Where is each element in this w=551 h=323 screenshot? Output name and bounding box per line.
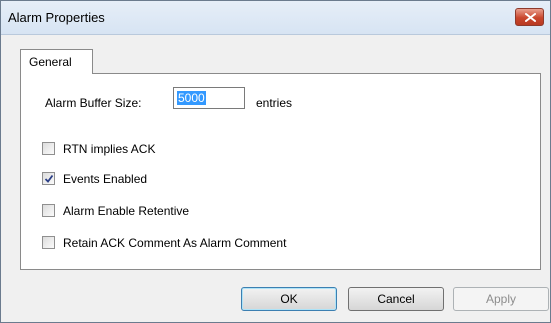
title-bar[interactable]: Alarm Properties <box>1 1 550 35</box>
tab-general[interactable]: General <box>20 49 93 74</box>
retain-ack-comment-label: Retain ACK Comment As Alarm Comment <box>63 236 287 250</box>
close-icon <box>525 13 536 22</box>
ok-button[interactable]: OK <box>241 287 337 311</box>
alarm-buffer-size-label: Alarm Buffer Size: <box>45 96 142 110</box>
alarm-buffer-size-value: 5000 <box>177 91 206 105</box>
general-panel: Alarm Buffer Size: 5000 entries RTN impl… <box>20 73 541 270</box>
alarm-enable-retentive-label: Alarm Enable Retentive <box>63 204 190 218</box>
apply-button[interactable]: Apply <box>453 287 549 311</box>
rtn-implies-ack-checkbox[interactable] <box>42 142 55 155</box>
close-button[interactable] <box>515 8 544 26</box>
retain-ack-comment-checkbox[interactable] <box>42 236 55 249</box>
alarm-enable-retentive-checkbox[interactable] <box>42 204 55 217</box>
events-enabled-label: Events Enabled <box>63 172 148 186</box>
alarm-properties-dialog: Alarm Properties General Alarm Buffer Si… <box>0 0 551 323</box>
cancel-button[interactable]: Cancel <box>348 287 444 311</box>
events-enabled-checkbox[interactable] <box>42 172 55 185</box>
dialog-title: Alarm Properties <box>8 10 105 25</box>
tab-general-label: General <box>29 55 72 69</box>
rtn-implies-ack-label: RTN implies ACK <box>63 142 156 156</box>
entries-unit-label: entries <box>256 96 293 110</box>
checkmark-icon <box>44 174 54 183</box>
alarm-buffer-size-input[interactable]: 5000 <box>173 87 245 109</box>
